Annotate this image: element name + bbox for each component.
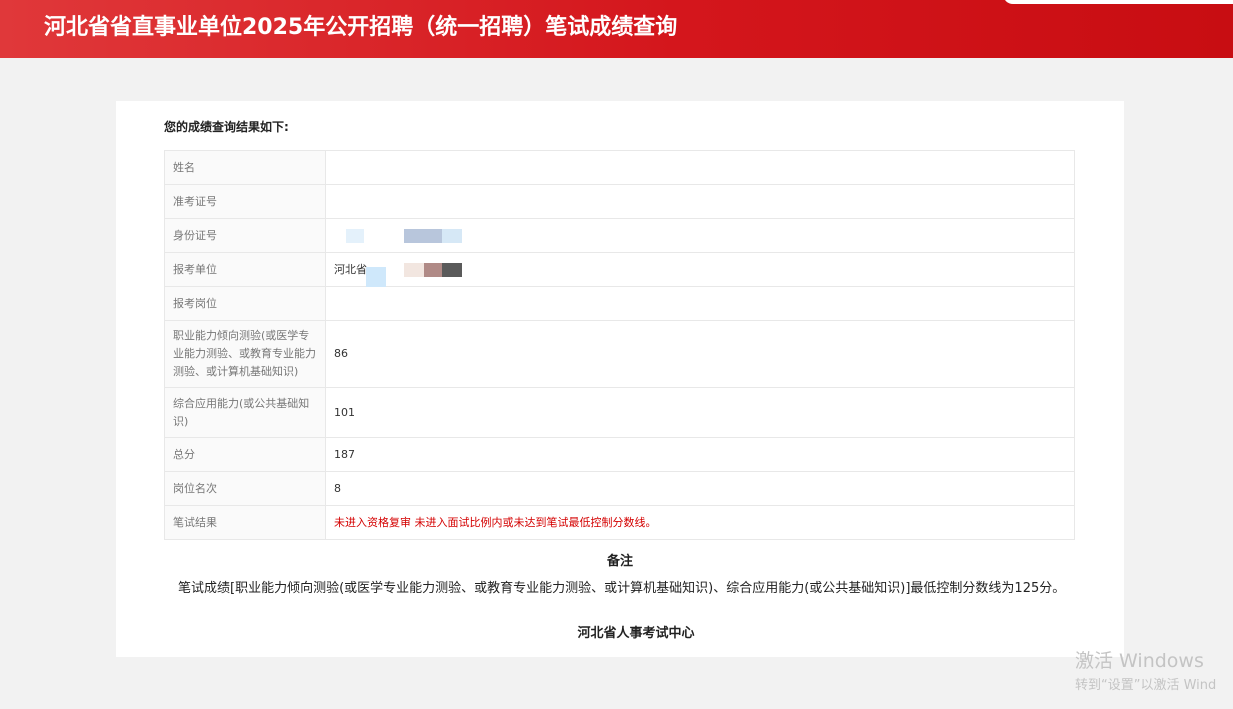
value-rank: 8 <box>325 471 1075 506</box>
label-name: 姓名 <box>164 150 326 185</box>
table-row: 职业能力倾向测验(或医学专业能力测验、或教育专业能力测验、或计算机基础知识) 8… <box>164 320 1075 388</box>
redaction-blur <box>346 229 364 243</box>
label-exam-result: 笔试结果 <box>164 505 326 540</box>
redaction-blur <box>404 229 442 243</box>
redaction-blur <box>404 263 424 277</box>
redaction-blur <box>366 267 386 287</box>
table-row: 准考证号 <box>164 184 1075 219</box>
label-id-number: 身份证号 <box>164 218 326 253</box>
table-row: 综合应用能力(或公共基础知识) 101 <box>164 387 1075 438</box>
table-row: 身份证号 <box>164 218 1075 253</box>
score-table: 姓名 准考证号 身份证号 报考单位 河北省 报考岗位 职业能力倾向测验(或医学专… <box>164 150 1075 540</box>
windows-activation-watermark: 激活 Windows <box>1075 650 1204 672</box>
windows-activation-hint: 转到“设置”以激活 Wind <box>1075 678 1217 693</box>
label-position: 报考岗位 <box>164 286 326 321</box>
value-aptitude-test: 86 <box>325 320 1075 388</box>
redaction-blur <box>442 263 462 277</box>
label-comprehensive-ability: 综合应用能力(或公共基础知识) <box>164 387 326 438</box>
value-unit: 河北省 <box>325 252 1075 287</box>
table-row: 总分 187 <box>164 437 1075 472</box>
result-card: 您的成绩查询结果如下: 姓名 准考证号 身份证号 报考单位 河北省 报考岗位 职… <box>116 101 1124 657</box>
value-total-score: 187 <box>325 437 1075 472</box>
table-row: 报考岗位 <box>164 286 1075 321</box>
label-ticket-number: 准考证号 <box>164 184 326 219</box>
note-text: 笔试成绩[职业能力倾向测验(或医学专业能力测验、或教育专业能力测验、或计算机基础… <box>178 581 1066 596</box>
table-row: 岗位名次 8 <box>164 471 1075 506</box>
value-exam-result: 未进入资格复审 未进入面试比例内或未达到笔试最低控制分数线。 <box>325 505 1075 540</box>
page-header: 河北省省直事业单位2025年公开招聘（统一招聘）笔试成绩查询 <box>0 0 1233 58</box>
value-comprehensive-ability: 101 <box>325 387 1075 438</box>
table-row: 笔试结果 未进入资格复审 未进入面试比例内或未达到笔试最低控制分数线。 <box>164 505 1075 540</box>
value-ticket-number <box>325 184 1075 219</box>
table-row: 报考单位 河北省 <box>164 252 1075 287</box>
header-corner-decoration <box>1003 0 1233 4</box>
table-row: 姓名 <box>164 150 1075 185</box>
page-title: 河北省省直事业单位2025年公开招聘（统一招聘）笔试成绩查询 <box>44 15 678 40</box>
label-aptitude-test: 职业能力倾向测验(或医学专业能力测验、或教育专业能力测验、或计算机基础知识) <box>164 320 326 388</box>
result-heading: 您的成绩查询结果如下: <box>164 120 289 134</box>
label-rank: 岗位名次 <box>164 471 326 506</box>
redaction-blur <box>442 229 462 243</box>
label-total-score: 总分 <box>164 437 326 472</box>
value-name <box>325 150 1075 185</box>
value-position <box>325 286 1075 321</box>
note-title: 备注 <box>606 554 633 569</box>
value-id-number <box>325 218 1075 253</box>
label-unit: 报考单位 <box>164 252 326 287</box>
organization-name: 河北省人事考试中心 <box>577 626 695 641</box>
redaction-blur <box>424 263 442 277</box>
